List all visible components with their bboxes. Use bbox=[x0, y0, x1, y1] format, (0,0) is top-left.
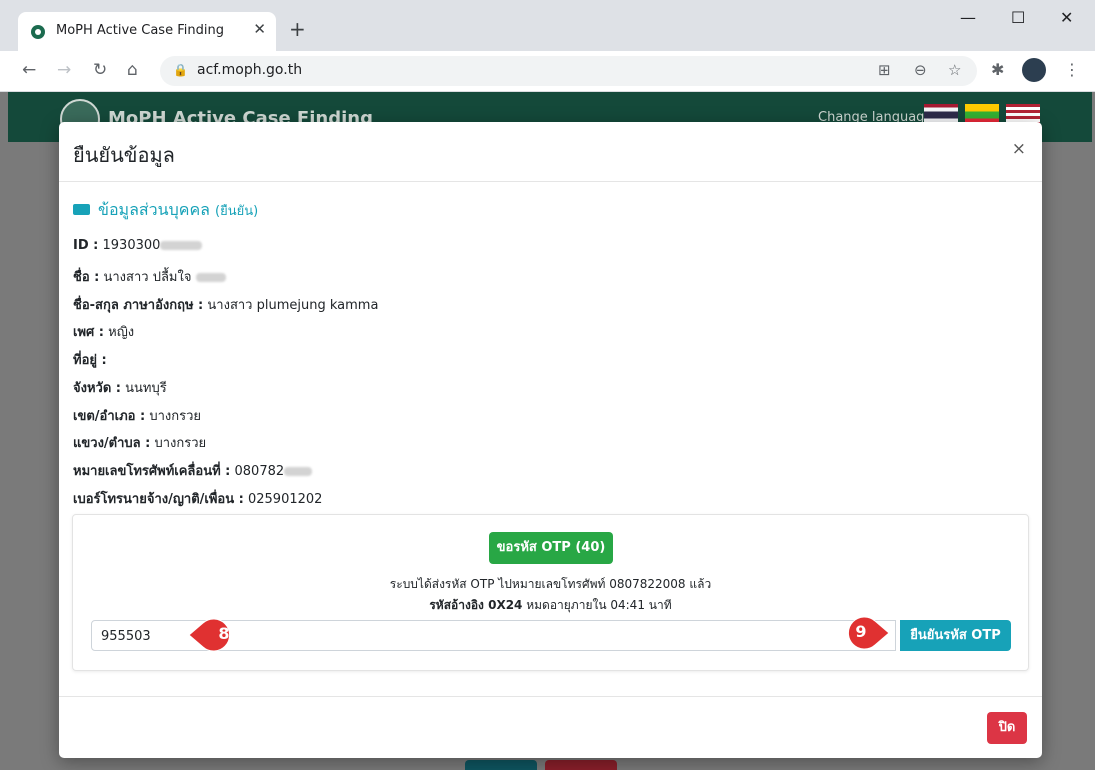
redacted-blur bbox=[284, 467, 313, 476]
field-label: เพศ : bbox=[73, 325, 104, 340]
minimize-button[interactable]: — bbox=[960, 8, 976, 27]
favicon-icon bbox=[31, 25, 45, 39]
section-title-sub: (ยืนยัน) bbox=[215, 204, 259, 219]
field-value: 080782 bbox=[234, 464, 285, 479]
field-label: ชื่อ-สกุล ภาษาอังกฤษ : bbox=[73, 298, 204, 313]
field-label: ID : bbox=[73, 238, 99, 253]
browser-toolbar: ← → ↻ ⌂ 🔒 acf.moph.go.th ⊞ ⊖ ☆ ✱ ⋮ bbox=[0, 51, 1095, 92]
otp-expiry-text: หมดอายุภายใน 04:41 นาที bbox=[526, 598, 672, 612]
field-label: ชื่อ : bbox=[73, 270, 100, 285]
new-tab-button[interactable]: + bbox=[289, 17, 306, 41]
field-value: นางสาว plumejung kamma bbox=[207, 298, 379, 313]
bookmark-star-icon[interactable]: ☆ bbox=[948, 61, 961, 79]
field-value: นางสาว ปลื้มใจ bbox=[103, 270, 192, 285]
field-value: 025901202 bbox=[247, 492, 323, 507]
browser-tab[interactable]: MoPH Active Case Finding ✕ bbox=[18, 12, 276, 51]
field-id: ID : 1930300 bbox=[73, 238, 203, 253]
field-mobile: หมายเลขโทรศัพท์เคลื่อนที่ : 080782 bbox=[73, 460, 313, 481]
verify-otp-button[interactable]: ยืนยันรหัส OTP bbox=[900, 620, 1011, 651]
field-label: แขวง/ตำบล : bbox=[73, 436, 151, 451]
field-gender: เพศ : หญิง bbox=[73, 321, 134, 342]
field-contact-phone: เบอร์โทรนายจ้าง/ญาติ/เพื่อน : 025901202 bbox=[73, 488, 322, 509]
section-title: ข้อมูลส่วนบุคคล (ยืนยัน) bbox=[73, 198, 258, 223]
field-address: ที่อยู่ : bbox=[73, 349, 107, 370]
menu-icon[interactable]: ⋮ bbox=[1064, 60, 1080, 79]
field-province: จังหวัด : นนทบุรี bbox=[73, 377, 167, 398]
background-button-right bbox=[545, 760, 617, 770]
modal-close-icon[interactable]: × bbox=[1012, 139, 1026, 159]
back-icon[interactable]: ← bbox=[22, 60, 36, 80]
extensions-icon[interactable]: ✱ bbox=[991, 60, 1004, 79]
profile-avatar[interactable] bbox=[1022, 58, 1046, 82]
field-subdistrict: แขวง/ตำบล : บางกรวย bbox=[73, 432, 206, 453]
home-icon[interactable]: ⌂ bbox=[127, 60, 138, 80]
field-label: เขต/อำเภอ : bbox=[73, 409, 146, 424]
section-title-text: ข้อมูลส่วนบุคคล bbox=[98, 200, 210, 219]
modal-header: ยืนยันข้อมูล × bbox=[59, 122, 1042, 182]
id-card-icon bbox=[73, 204, 90, 215]
modal-footer-divider bbox=[59, 696, 1042, 697]
browser-tab-strip: MoPH Active Case Finding ✕ + — ☐ ✕ bbox=[0, 0, 1095, 51]
redacted-blur bbox=[195, 273, 226, 282]
field-value: หญิง bbox=[108, 325, 135, 340]
field-value: นนทบุรี bbox=[125, 381, 167, 396]
modal-title: ยืนยันข้อมูล bbox=[73, 143, 175, 167]
field-value: บางกรวย bbox=[154, 436, 207, 451]
tab-title: MoPH Active Case Finding bbox=[56, 23, 224, 38]
close-button[interactable]: ปิด bbox=[987, 712, 1027, 744]
field-label: เบอร์โทรนายจ้าง/ญาติ/เพื่อน : bbox=[73, 492, 244, 507]
otp-ref-label: รหัสอ้างอิง 0X24 bbox=[429, 598, 523, 612]
field-label: ที่อยู่ : bbox=[73, 353, 107, 368]
confirm-modal: ยืนยันข้อมูล × ข้อมูลส่วนบุคคล (ยืนยัน) … bbox=[59, 122, 1042, 758]
field-label: จังหวัด : bbox=[73, 381, 122, 396]
forward-icon[interactable]: → bbox=[57, 60, 71, 80]
field-name-en: ชื่อ-สกุล ภาษาอังกฤษ : นางสาว plumejung … bbox=[73, 294, 378, 315]
tab-close-icon[interactable]: ✕ bbox=[253, 20, 266, 38]
redacted-blur bbox=[160, 241, 203, 250]
translate-icon[interactable]: ⊞ bbox=[878, 61, 891, 79]
url-text: acf.moph.go.th bbox=[197, 62, 303, 78]
field-value: บางกรวย bbox=[149, 409, 201, 424]
field-name: ชื่อ : นางสาว ปลื้มใจ bbox=[73, 266, 226, 287]
otp-sent-message: ระบบได้ส่งรหัส OTP ไปหมายเลขโทรศัพท์ 080… bbox=[389, 577, 712, 591]
close-window-button[interactable]: ✕ bbox=[1060, 8, 1073, 27]
reload-icon[interactable]: ↻ bbox=[93, 60, 107, 80]
request-otp-button[interactable]: ขอรหัส OTP (40) bbox=[489, 532, 613, 564]
field-label: หมายเลขโทรศัพท์เคลื่อนที่ : bbox=[73, 464, 231, 479]
maximize-button[interactable]: ☐ bbox=[1011, 8, 1025, 27]
address-bar[interactable]: 🔒 acf.moph.go.th ⊞ ⊖ ☆ bbox=[160, 56, 977, 86]
field-value: 1930300 bbox=[102, 238, 161, 253]
lock-icon: 🔒 bbox=[173, 63, 188, 77]
step-marker-9-label: 9 bbox=[855, 622, 867, 641]
step-marker-8-label: 8 bbox=[218, 624, 230, 643]
background-button-left bbox=[465, 760, 537, 770]
field-district: เขต/อำเภอ : บางกรวย bbox=[73, 405, 201, 426]
zoom-icon[interactable]: ⊖ bbox=[914, 61, 927, 79]
